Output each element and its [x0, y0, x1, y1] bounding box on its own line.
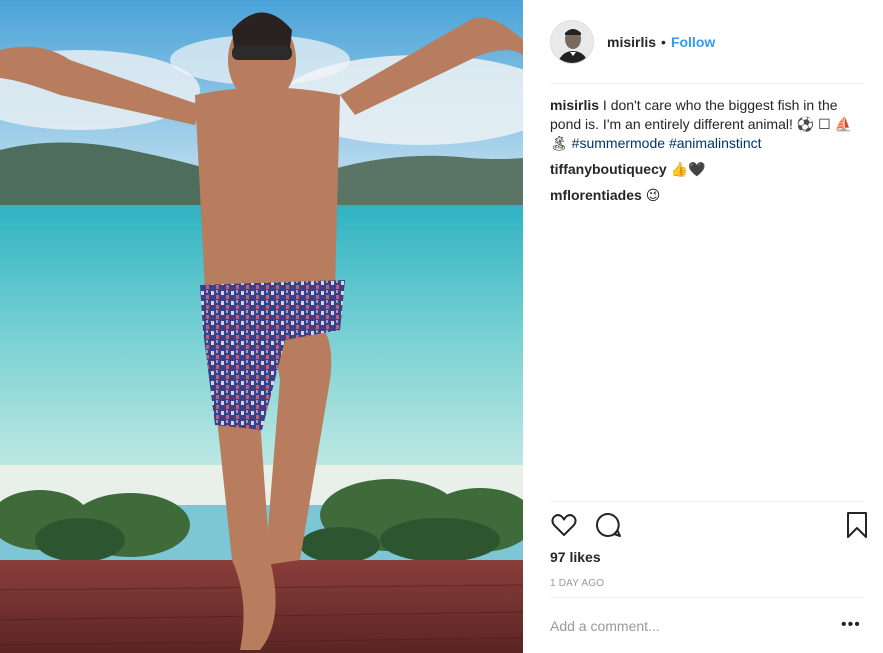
caption-comment: misirlis I don't care who the biggest fi…: [550, 96, 870, 153]
author-username[interactable]: misirlis: [607, 34, 656, 50]
action-bar: [550, 511, 870, 543]
comment-text: 😉: [641, 187, 661, 203]
add-comment-input[interactable]: [550, 614, 820, 638]
add-comment-divider: [550, 597, 864, 598]
comment-text: 👍🖤: [666, 161, 706, 177]
heart-icon: [551, 514, 577, 536]
hashtag-link[interactable]: #animalinstinct: [669, 135, 762, 151]
comment-username[interactable]: misirlis: [550, 97, 599, 113]
avatar[interactable]: [550, 20, 594, 64]
more-options-button[interactable]: •••: [841, 616, 865, 636]
list-item: tiffanyboutiquecy 👍🖤: [550, 160, 870, 179]
bookmark-icon: [847, 512, 867, 538]
comment-username[interactable]: mflorentiades: [550, 187, 642, 203]
comment-button[interactable]: [594, 511, 624, 541]
like-button[interactable]: [550, 511, 580, 541]
post-photo[interactable]: [0, 0, 523, 653]
footer-divider: [550, 501, 864, 502]
header-text: misirlis • Follow: [607, 34, 715, 50]
post-side-panel: misirlis • Follow misirlis I don't care …: [523, 0, 883, 653]
follow-button[interactable]: Follow: [671, 34, 715, 50]
likes-count[interactable]: 97 likes: [550, 549, 601, 565]
list-item: mflorentiades 😉: [550, 186, 870, 205]
hashtag-link[interactable]: #summermode: [572, 135, 665, 151]
header-separator: •: [661, 34, 666, 50]
post-timestamp: 1 DAY AGO: [550, 578, 605, 589]
post-header: misirlis • Follow: [523, 0, 883, 84]
avatar-image: [551, 21, 593, 63]
save-button[interactable]: [844, 511, 874, 541]
comment-bubble-icon: [596, 512, 621, 537]
comment-username[interactable]: tiffanyboutiquecy: [550, 161, 667, 177]
post-photo-illustration: [0, 0, 523, 653]
comments-list: misirlis I don't care who the biggest fi…: [550, 96, 870, 212]
header-divider: [550, 83, 864, 84]
